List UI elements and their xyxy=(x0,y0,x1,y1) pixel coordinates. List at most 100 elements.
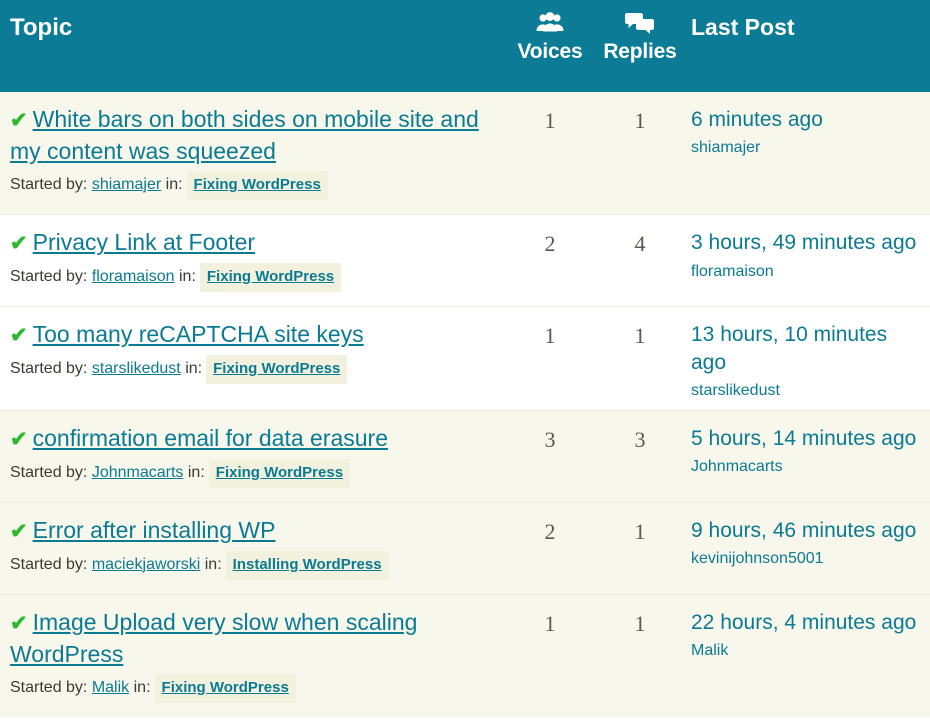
column-header-voices[interactable]: Voices xyxy=(505,0,595,92)
last-post-author[interactable]: floramaison xyxy=(691,263,924,281)
topic-cell: ✔ White bars on both sides on mobile site… xyxy=(0,92,505,215)
voices-count: 1 xyxy=(505,306,595,411)
in-label: in: xyxy=(187,463,205,481)
column-header-replies[interactable]: Replies xyxy=(595,0,685,92)
forum-tag-link[interactable]: Fixing WordPress xyxy=(154,673,296,704)
last-post-time[interactable]: 5 hours, 14 minutes ago xyxy=(691,425,924,452)
last-post-cell: 5 hours, 14 minutes ago Johnmacarts xyxy=(685,409,930,503)
table-row[interactable]: ✔ White bars on both sides on mobile site… xyxy=(0,92,930,215)
topic-author-link[interactable]: Johnmacarts xyxy=(92,464,184,481)
last-post-cell: 22 hours, 4 minutes ago Malik xyxy=(685,594,930,718)
last-post-time[interactable]: 13 hours, 10 minutes ago xyxy=(691,321,924,376)
topic-title-link[interactable]: confirmation email for data erasure xyxy=(33,425,388,451)
topic-author-link[interactable]: starslikedust xyxy=(92,360,181,377)
topic-heading: ✔ White bars on both sides on mobile site… xyxy=(10,104,491,167)
topic-author-link[interactable]: Malik xyxy=(92,679,129,696)
started-by-label: Started by: xyxy=(10,678,88,696)
topic-cell: ✔ confirmation email for data erasure Star… xyxy=(0,409,505,503)
replies-count: 3 xyxy=(595,409,685,503)
last-post-author[interactable]: kevinijohnson5001 xyxy=(691,550,924,568)
topic-cell: ✔ Image Upload very slow when scaling Wor… xyxy=(0,594,505,718)
last-post-time[interactable]: 3 hours, 49 minutes ago xyxy=(691,229,924,256)
table-row[interactable]: ✔ Error after installing WP Started by: ma… xyxy=(0,501,930,595)
topic-meta: Started by: floramaison in: Fixing WordPr… xyxy=(10,262,491,293)
topic-cell: ✔ Privacy Link at Footer Started by: flora… xyxy=(0,214,505,307)
forum-tag-link[interactable]: Fixing WordPress xyxy=(186,170,328,201)
forum-tag-link[interactable]: Fixing WordPress xyxy=(199,262,342,293)
in-label: in: xyxy=(178,267,196,285)
topic-meta: Started by: Malik in: Fixing WordPress xyxy=(10,673,491,704)
resolved-check-icon: ✔ xyxy=(10,109,28,132)
table-row[interactable]: ✔ Too many reCAPTCHA site keys Started by:… xyxy=(0,306,930,411)
topic-cell: ✔ Error after installing WP Started by: ma… xyxy=(0,501,505,595)
table-body: ✔ White bars on both sides on mobile site… xyxy=(0,92,930,718)
forum-tag-link[interactable]: Fixing WordPress xyxy=(206,354,348,385)
topic-author-link[interactable]: shiamajer xyxy=(92,176,161,193)
topic-heading: ✔ Too many reCAPTCHA site keys xyxy=(10,319,491,351)
started-by-label: Started by: xyxy=(10,359,88,377)
table-header-row: Topic Voices Replies Last Post xyxy=(0,0,930,92)
started-by-label: Started by: xyxy=(10,175,88,193)
last-post-author[interactable]: starslikedust xyxy=(691,382,924,400)
replies-count: 1 xyxy=(595,594,685,718)
forum-tag-link[interactable]: Installing WordPress xyxy=(225,550,389,581)
topic-heading: ✔ Privacy Link at Footer xyxy=(10,227,491,259)
replies-count: 1 xyxy=(634,108,646,133)
topic-meta: Started by: shiamajer in: Fixing WordPres… xyxy=(10,170,491,201)
table-row[interactable]: ✔ Privacy Link at Footer Started by: flora… xyxy=(0,214,930,307)
topic-cell: ✔ Too many reCAPTCHA site keys Started by:… xyxy=(0,306,505,411)
topic-title-link[interactable]: White bars on both sides on mobile site … xyxy=(10,106,479,164)
topic-heading: ✔ Image Upload very slow when scaling Wor… xyxy=(10,607,491,670)
last-post-author[interactable]: Malik xyxy=(691,642,924,660)
table-row[interactable]: ✔ Image Upload very slow when scaling Wor… xyxy=(0,594,930,718)
topic-title-link[interactable]: Image Upload very slow when scaling Word… xyxy=(10,609,417,667)
last-post-cell: 3 hours, 49 minutes ago floramaison xyxy=(685,214,930,307)
in-label: in: xyxy=(133,678,151,696)
replies-count: 1 xyxy=(595,501,685,595)
column-header-last-post[interactable]: Last Post xyxy=(685,0,930,92)
last-post-time[interactable]: 6 minutes ago xyxy=(691,106,924,133)
topic-author-link[interactable]: floramaison xyxy=(92,268,175,285)
last-post-time[interactable]: 9 hours, 46 minutes ago xyxy=(691,517,924,544)
started-by-label: Started by: xyxy=(10,463,88,481)
resolved-check-icon: ✔ xyxy=(10,232,28,256)
resolved-check-icon: ✔ xyxy=(10,324,28,348)
topic-meta: Started by: maciekjaworski in: Installing… xyxy=(10,550,491,581)
voices-count: 2 xyxy=(505,501,595,595)
last-post-time[interactable]: 22 hours, 4 minutes ago xyxy=(691,609,924,636)
last-post-cell: 6 minutes ago shiamajer xyxy=(685,92,930,215)
group-of-people-icon xyxy=(505,8,595,38)
voices-count: 1 xyxy=(544,108,556,133)
voices-count: 2 xyxy=(505,214,595,307)
table-row[interactable]: ✔ confirmation email for data erasure Star… xyxy=(0,409,930,503)
replies-count: 1 xyxy=(595,306,685,411)
forum-tag-link[interactable]: Fixing WordPress xyxy=(208,458,351,488)
started-by-label: Started by: xyxy=(10,267,88,285)
in-label: in: xyxy=(204,555,222,573)
in-label: in: xyxy=(185,359,203,377)
table-header: Topic Voices Replies Last Post xyxy=(0,0,930,92)
topic-heading: ✔ confirmation email for data erasure xyxy=(10,423,491,455)
in-label: in: xyxy=(165,175,183,193)
topic-author-link[interactable]: maciekjaworski xyxy=(92,556,200,573)
voices-count: 3 xyxy=(505,409,595,503)
last-post-author[interactable]: shiamajer xyxy=(691,139,924,157)
resolved-check-icon: ✔ xyxy=(10,427,28,451)
last-post-cell: 9 hours, 46 minutes ago kevinijohnson5001 xyxy=(685,501,930,595)
column-header-topic[interactable]: Topic xyxy=(0,0,505,92)
topic-meta: Started by: Johnmacarts in: Fixing WordPr… xyxy=(10,458,491,488)
replies-count: 4 xyxy=(595,214,685,307)
topic-title-link[interactable]: Too many reCAPTCHA site keys xyxy=(33,321,364,347)
topic-title-link[interactable]: Privacy Link at Footer xyxy=(33,229,255,255)
topic-title-link[interactable]: Error after installing WP xyxy=(33,517,276,543)
speech-bubbles-icon xyxy=(595,8,685,38)
column-header-replies-label: Replies xyxy=(603,40,677,63)
last-post-cell: 13 hours, 10 minutes ago starslikedust xyxy=(685,306,930,411)
last-post-author[interactable]: Johnmacarts xyxy=(691,458,924,476)
resolved-check-icon: ✔ xyxy=(10,520,28,543)
resolved-check-icon: ✔ xyxy=(10,612,28,636)
forum-topics-table: Topic Voices Replies Last Post ✔ White b… xyxy=(0,0,930,718)
column-header-voices-label: Voices xyxy=(517,40,583,63)
voices-count: 1 xyxy=(505,594,595,718)
started-by-label: Started by: xyxy=(10,555,88,573)
